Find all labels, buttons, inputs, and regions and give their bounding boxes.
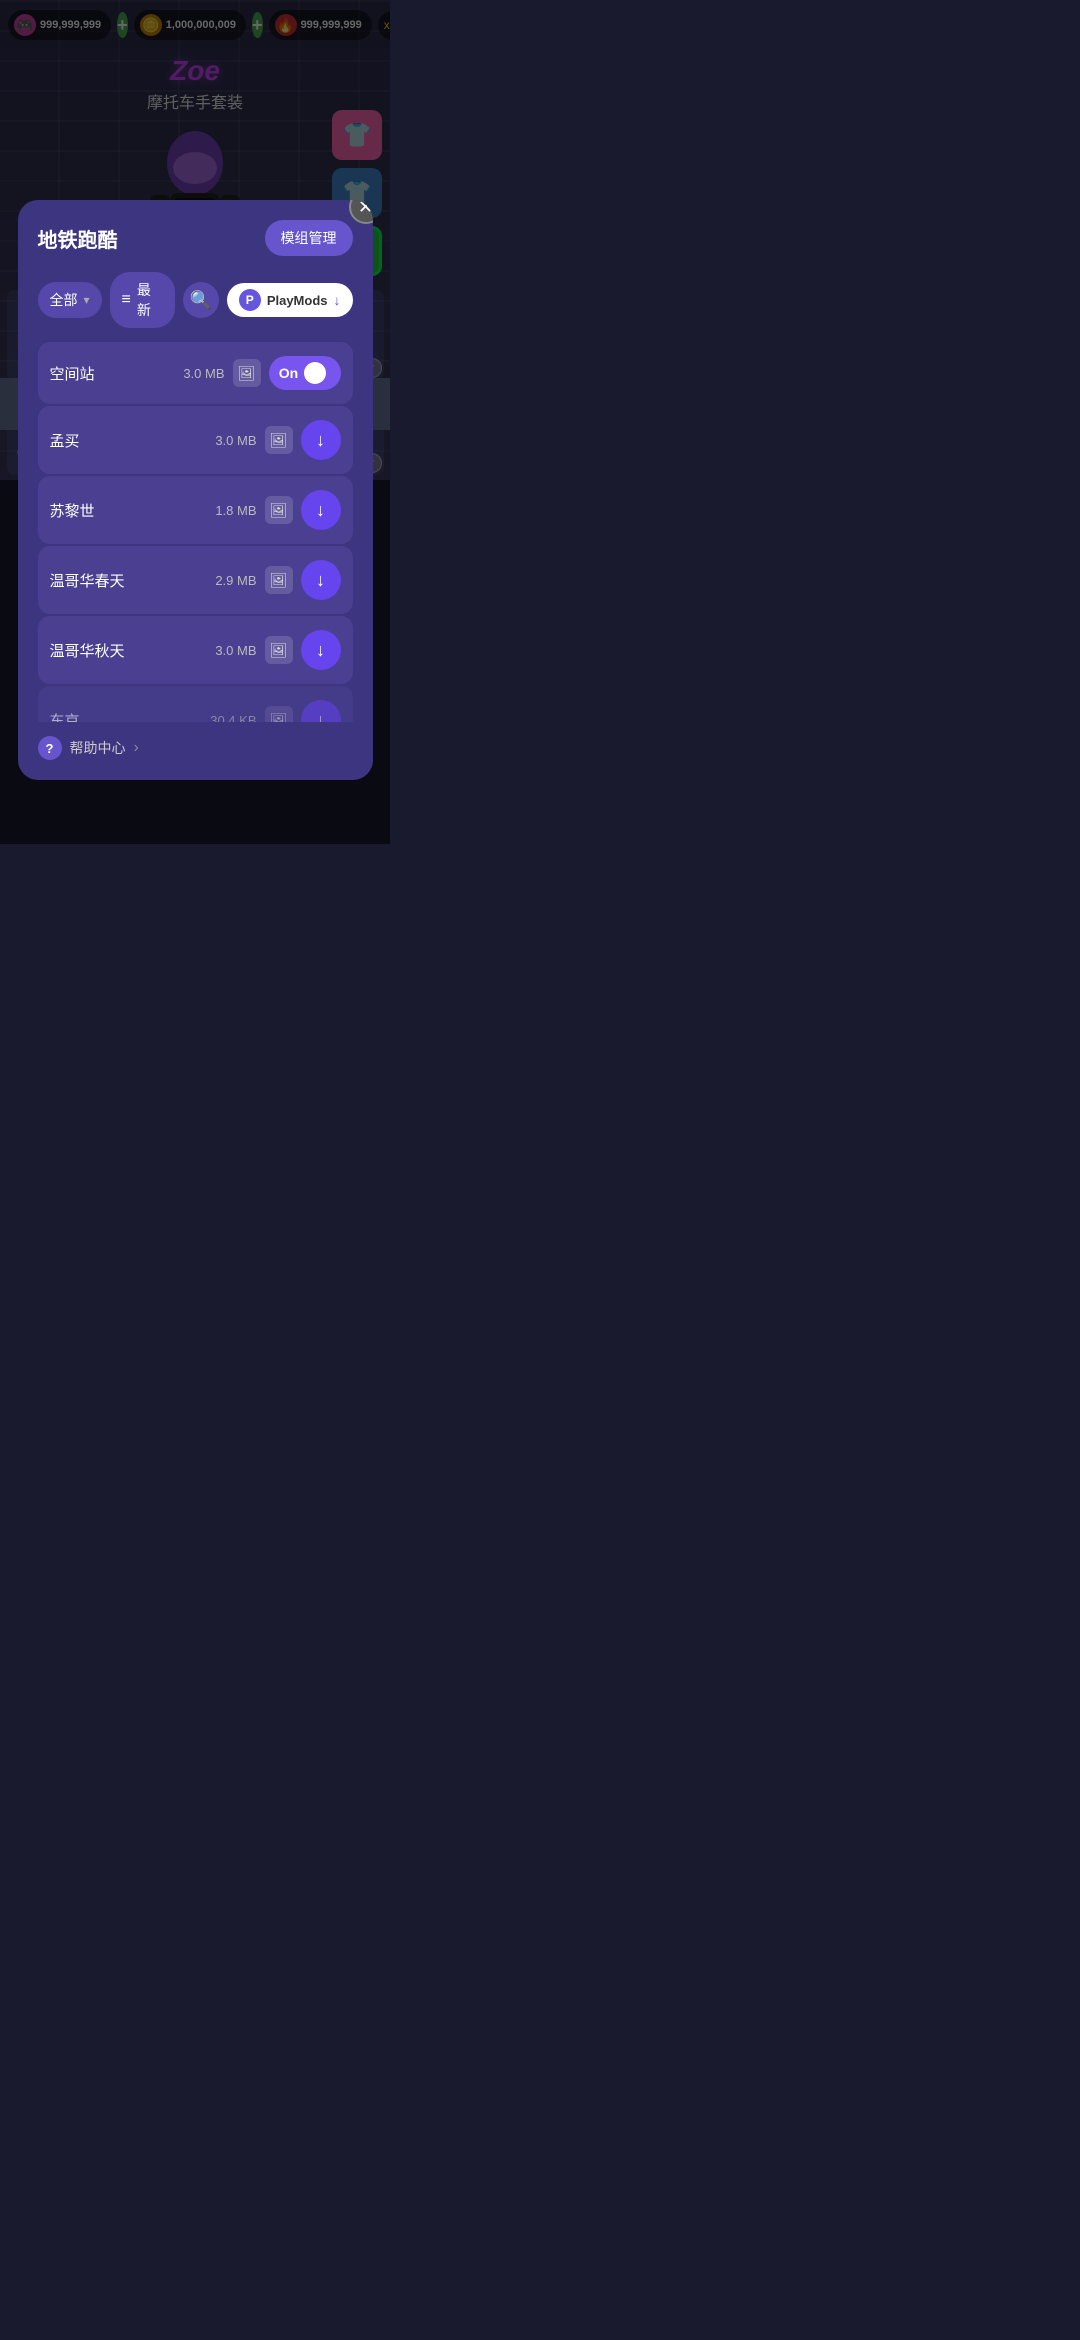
download-icon-1: ↓ xyxy=(316,430,325,451)
mod-name-2: 苏黎世 xyxy=(50,500,208,521)
mod-download-1[interactable]: ↓ xyxy=(301,420,341,460)
mod-download-5[interactable]: ↓ xyxy=(301,700,341,722)
download-icon-4: ↓ xyxy=(316,640,325,661)
mod-manage-button[interactable]: 模组管理 xyxy=(265,220,353,256)
chevron-down-icon: ▾ xyxy=(84,293,90,307)
download-icon-2: ↓ xyxy=(316,500,325,521)
mod-preview-3[interactable]: 🖼 xyxy=(265,566,293,594)
mod-size-1: 3.0 MB xyxy=(215,433,256,448)
mod-preview-5[interactable]: 🖼 xyxy=(265,706,293,722)
mod-size-5: 30.4 KB xyxy=(210,713,256,723)
modal-header: 地铁跑酷 模组管理 xyxy=(38,220,353,256)
search-icon: 🔍 xyxy=(190,290,212,311)
playmods-button[interactable]: P PlayMods ↓ xyxy=(227,283,353,317)
mod-download-2[interactable]: ↓ xyxy=(301,490,341,530)
filter-row: 全部 ▾ ≡ 最新 🔍 P PlayMods ↓ xyxy=(38,272,353,328)
mod-modal: ✕ 地铁跑酷 模组管理 全部 ▾ ≡ 最新 🔍 P PlayMods ↓ xyxy=(18,200,373,780)
modal-title: 地铁跑酷 xyxy=(38,224,118,253)
help-icon: ? xyxy=(38,736,62,760)
help-label: 帮助中心 xyxy=(70,738,126,758)
search-button[interactable]: 🔍 xyxy=(183,282,219,318)
chevron-right-icon: › xyxy=(134,739,139,757)
mod-name-3: 温哥华春天 xyxy=(50,570,208,591)
mod-item-3: 温哥华春天 2.9 MB 🖼 ↓ xyxy=(38,546,353,614)
mod-preview-2[interactable]: 🖼 xyxy=(265,496,293,524)
playmods-logo: P xyxy=(239,289,261,311)
mod-name-1: 孟买 xyxy=(50,430,208,451)
mod-item-2: 苏黎世 1.8 MB 🖼 ↓ xyxy=(38,476,353,544)
mod-item-5: 东京 30.4 KB 🖼 ↓ xyxy=(38,686,353,722)
list-icon: ≡ xyxy=(122,291,131,309)
mod-name-0: 空间站 xyxy=(50,363,176,384)
toggle-on-label-0: On xyxy=(279,365,298,381)
mod-size-3: 2.9 MB xyxy=(215,573,256,588)
mod-download-3[interactable]: ↓ xyxy=(301,560,341,600)
download-icon-5: ↓ xyxy=(316,710,325,723)
modal-overlay: ✕ 地铁跑酷 模组管理 全部 ▾ ≡ 最新 🔍 P PlayMods ↓ xyxy=(0,0,390,844)
filter-all-select[interactable]: 全部 ▾ xyxy=(38,282,102,318)
download-icon-3: ↓ xyxy=(316,570,325,591)
mod-preview-4[interactable]: 🖼 xyxy=(265,636,293,664)
mod-list: 空间站 3.0 MB 🖼 On 孟买 3.0 MB 🖼 ↓ 苏黎世 xyxy=(38,342,353,722)
mod-download-4[interactable]: ↓ xyxy=(301,630,341,670)
mod-toggle-0[interactable]: On xyxy=(269,356,341,390)
mod-size-2: 1.8 MB xyxy=(215,503,256,518)
mod-name-4: 温哥华秋天 xyxy=(50,640,208,661)
mod-preview-0[interactable]: 🖼 xyxy=(233,359,261,387)
filter-latest-label: 最新 xyxy=(137,280,163,320)
filter-all-label: 全部 xyxy=(50,290,78,310)
mod-item-4: 温哥华秋天 3.0 MB 🖼 ↓ xyxy=(38,616,353,684)
help-center[interactable]: ? 帮助中心 › xyxy=(38,736,353,760)
mod-preview-1[interactable]: 🖼 xyxy=(265,426,293,454)
filter-latest-button[interactable]: ≡ 最新 xyxy=(110,272,175,328)
close-icon: ✕ xyxy=(358,200,373,218)
playmods-label: PlayMods xyxy=(267,293,328,308)
playmods-download-icon: ↓ xyxy=(334,292,341,308)
mod-name-5: 东京 xyxy=(50,710,203,723)
toggle-circle-0 xyxy=(304,362,326,384)
mod-item-0: 空间站 3.0 MB 🖼 On xyxy=(38,342,353,404)
mod-size-4: 3.0 MB xyxy=(215,643,256,658)
mod-item-1: 孟买 3.0 MB 🖼 ↓ xyxy=(38,406,353,474)
mod-size-0: 3.0 MB xyxy=(183,366,224,381)
